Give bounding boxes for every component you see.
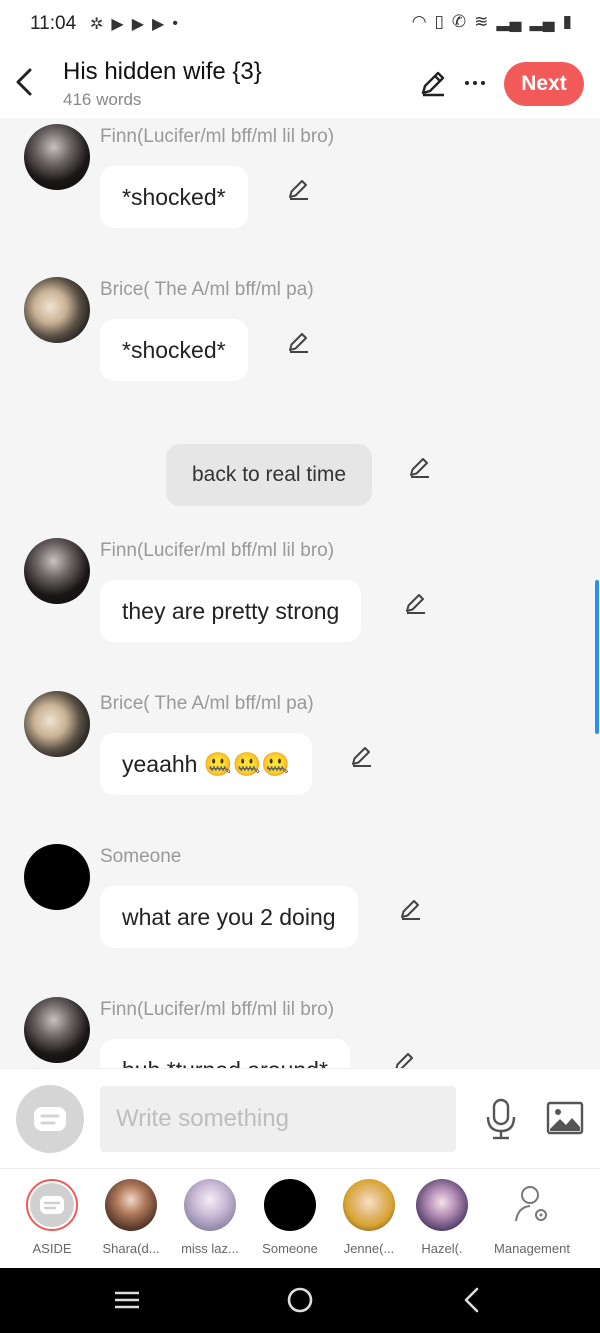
back-icon[interactable]	[456, 1284, 488, 1316]
microphone-icon	[486, 1098, 516, 1140]
signal-icon: ▂▄	[496, 12, 522, 31]
header: His hidden wife {3} 416 words Next	[0, 48, 600, 118]
message-bubble[interactable]: *shocked*	[100, 319, 248, 381]
character-name: Shara(d...	[102, 1241, 160, 1256]
avatar	[416, 1179, 468, 1231]
user-settings-icon	[506, 1179, 558, 1231]
avatar[interactable]	[24, 844, 90, 910]
image-icon	[546, 1101, 584, 1135]
sender-name: Finn(Lucifer/ml bff/ml lil bro)	[100, 999, 335, 1020]
youtube-icon: ▶	[131, 16, 145, 33]
dot-icon: •	[172, 15, 178, 32]
sender-name: Someone	[100, 846, 182, 867]
scroll-indicator[interactable]	[595, 580, 599, 734]
message-bubble[interactable]: yeaahh 🤐🤐🤐	[100, 733, 312, 795]
management-button[interactable]: Management	[486, 1179, 578, 1267]
recents-icon[interactable]	[111, 1284, 143, 1316]
character-item[interactable]: Shara(d...	[89, 1179, 173, 1267]
character-name: Hazel(.	[421, 1241, 463, 1256]
more-horizontal-icon	[465, 81, 485, 85]
system-nav-bar	[0, 1268, 600, 1333]
next-button[interactable]: Next	[504, 62, 584, 106]
pencil-icon[interactable]	[286, 329, 312, 355]
sender-name: Finn(Lucifer/ml bff/ml lil bro)	[100, 126, 335, 147]
microphone-button[interactable]	[484, 1097, 518, 1141]
more-button[interactable]	[460, 68, 490, 98]
character-name: Jenne(...	[343, 1241, 395, 1256]
sender-name: Finn(Lucifer/ml bff/ml lil bro)	[100, 540, 335, 561]
pencil-icon[interactable]	[286, 176, 312, 202]
back-button[interactable]	[10, 64, 40, 100]
settings-icon: ✲	[90, 16, 104, 33]
status-notification-icons: ✲ ▶ ▶ ▶ •	[90, 14, 178, 34]
character-name: ASIDE	[32, 1241, 72, 1256]
pencil-icon[interactable]	[407, 454, 433, 480]
character-name: Someone	[262, 1241, 318, 1256]
youtube-icon: ▶	[152, 16, 165, 33]
signal-icon: ▂▄	[529, 12, 555, 31]
edit-title-button[interactable]	[418, 68, 448, 98]
character-bar: ASIDE Shara(d... miss laz... Someone Jen…	[0, 1168, 600, 1268]
pencil-icon[interactable]	[403, 590, 429, 616]
youtube-icon: ▶	[111, 16, 124, 33]
sender-name: Brice( The A/ml bff/ml pa)	[100, 279, 314, 300]
headphones-icon: ◠	[411, 12, 427, 31]
message-icon	[30, 1183, 74, 1227]
message-bubble[interactable]: *shocked*	[100, 166, 248, 228]
avatar	[184, 1179, 236, 1231]
vibrate-icon: ▯	[434, 12, 444, 31]
word-count: 416 words	[63, 90, 142, 109]
character-item[interactable]: Hazel(.	[400, 1179, 484, 1267]
aside-toggle-button[interactable]	[16, 1085, 84, 1153]
avatar	[105, 1179, 157, 1231]
pencil-icon	[421, 71, 445, 97]
composer-bar	[0, 1068, 600, 1168]
page-title: His hidden wife {3}	[63, 58, 262, 85]
call-icon: ✆	[451, 12, 467, 31]
pencil-icon[interactable]	[392, 1049, 418, 1068]
pencil-icon[interactable]	[398, 896, 424, 922]
avatar	[343, 1179, 395, 1231]
avatar[interactable]	[24, 997, 90, 1063]
chat-area[interactable]: Finn(Lucifer/ml bff/ml lil bro) *shocked…	[0, 118, 600, 1068]
message-bubble[interactable]: they are pretty strong	[100, 580, 362, 642]
sender-name: Brice( The A/ml bff/ml pa)	[100, 693, 314, 714]
wifi-icon: ≋	[474, 12, 489, 31]
avatar	[264, 1179, 316, 1231]
message-bubble[interactable]: what are you 2 doing	[100, 886, 358, 948]
image-button[interactable]	[546, 1101, 584, 1135]
character-item[interactable]: Jenne(...	[327, 1179, 411, 1267]
pencil-icon[interactable]	[349, 743, 375, 769]
home-icon[interactable]	[284, 1284, 316, 1316]
character-item[interactable]: Someone	[248, 1179, 332, 1267]
chevron-left-icon	[16, 68, 32, 96]
avatar[interactable]	[24, 538, 90, 604]
status-time: 11:04	[30, 13, 77, 34]
character-item[interactable]: miss laz...	[168, 1179, 252, 1267]
character-aside[interactable]: ASIDE	[10, 1179, 94, 1267]
message-input[interactable]	[100, 1086, 456, 1152]
battery-icon: ▮	[562, 12, 572, 31]
character-name: Management	[494, 1241, 570, 1256]
avatar[interactable]	[24, 277, 90, 343]
avatar	[26, 1179, 78, 1231]
message-icon	[34, 1107, 66, 1131]
avatar[interactable]	[24, 691, 90, 757]
avatar[interactable]	[24, 124, 90, 190]
narration-bubble[interactable]: back to real time	[166, 444, 373, 506]
status-bar: 11:04 ✲ ▶ ▶ ▶ • ◠ ▯ ✆ ≋ ▂▄ ▂▄ ▮	[0, 0, 600, 48]
status-system-icons: ◠ ▯ ✆ ≋ ▂▄ ▂▄ ▮	[412, 12, 572, 32]
message-bubble[interactable]: huh *turned around*	[100, 1039, 350, 1068]
character-name: miss laz...	[181, 1241, 239, 1256]
